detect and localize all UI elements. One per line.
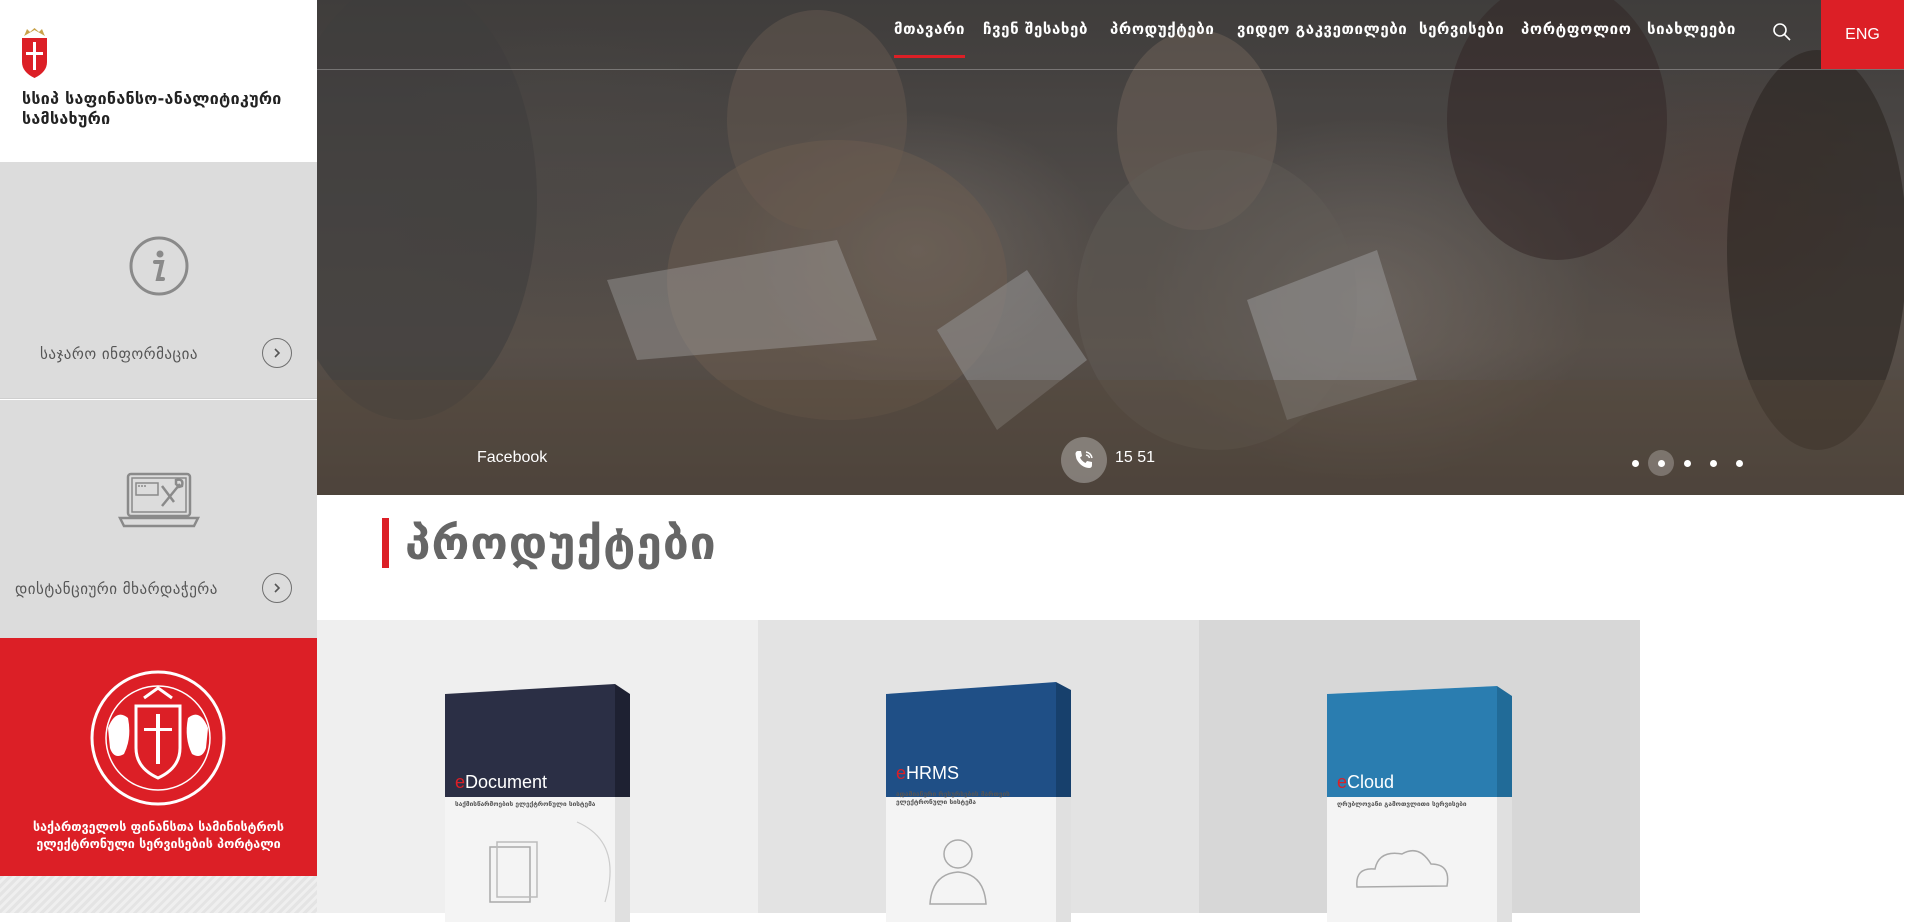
coat-of-arms-icon	[22, 28, 47, 78]
slider-dot[interactable]	[1700, 450, 1726, 476]
sidebar-pattern	[0, 876, 317, 913]
phone-button[interactable]	[1061, 437, 1107, 483]
ministry-seal-icon	[90, 670, 226, 806]
slider-dot-active[interactable]	[1648, 450, 1674, 476]
search-icon[interactable]	[1772, 22, 1792, 42]
sidebar: სსიპ საფინანსო-ანალიტიკური სამსახური საჯ…	[0, 0, 317, 913]
remote-support-arrow-button[interactable]	[262, 573, 292, 603]
nav-item-services[interactable]: სერვისები	[1419, 20, 1504, 38]
brand-header[interactable]: სსიპ საფინანსო-ანალიტიკური სამსახური	[0, 0, 317, 162]
edocument-name: eDocument	[455, 772, 548, 792]
slider-dot[interactable]	[1726, 450, 1752, 476]
nav-item-news[interactable]: სიახლეები	[1647, 20, 1736, 38]
slider-dot[interactable]	[1622, 450, 1648, 476]
product-card-edocument[interactable]: eDocument საქმისწარმოების ელექტრონული სი…	[317, 620, 758, 922]
hotline-number: 15 51	[1115, 449, 1156, 466]
phone-icon	[1075, 451, 1093, 468]
nav-item-about[interactable]: ჩვენ შესახებ	[983, 20, 1088, 38]
slider-dot[interactable]	[1674, 450, 1700, 476]
products-section-title: პროდუქტები	[382, 518, 717, 568]
nav-item-home[interactable]: მთავარი	[894, 20, 966, 58]
remote-support-label: დისტანციური მხარდაჭერა	[15, 580, 218, 598]
chevron-right-icon	[274, 348, 281, 358]
product-card-ehrms[interactable]: eHRMS ადამიანური რესურსების მართვის ელექ…	[758, 620, 1199, 922]
ecloud-name: eCloud	[1337, 772, 1395, 792]
hero-overlay	[317, 0, 1904, 495]
remote-support-card[interactable]: დისტანციური მხარდაჭერა	[0, 400, 317, 638]
brand-title: სსიპ საფინანსო-ანალიტიკური სამსახური	[22, 89, 282, 128]
edocument-subtitle: საქმისწარმოების ელექტრონული სისტემა	[455, 800, 596, 808]
main-nav: მთავარი ჩვენ შესახებ პროდუქტები ვიდეო გა…	[317, 0, 1904, 69]
nav-item-portfolio[interactable]: პორტფოლიო	[1521, 20, 1632, 38]
nav-item-video-lessons[interactable]: ვიდეო გაკვეთილები	[1237, 20, 1407, 38]
ehrms-subtitle: ადამიანური რესურსების მართვის ელექტრონულ…	[896, 790, 1010, 806]
ehrms-name: eHRMS	[896, 763, 960, 783]
hero-slider: მთავარი ჩვენ შესახებ პროდუქტები ვიდეო გა…	[317, 0, 1904, 495]
ministry-portal-text: საქართველოს ფინანსთა სამინისტროს ელექტრო…	[33, 819, 284, 851]
facebook-link[interactable]: Facebook	[477, 449, 547, 467]
chevron-right-icon	[274, 583, 281, 593]
ecloud-subtitle: ღრუბლოვანი გამოთვლითი სერვისები	[1337, 800, 1467, 808]
public-info-card[interactable]: საჯარო ინფორმაცია	[0, 162, 317, 399]
product-card-ecloud[interactable]: eCloud ღრუბლოვანი გამოთვლითი სერვისები	[1199, 620, 1640, 922]
slider-dots	[1622, 450, 1752, 476]
nav-item-products[interactable]: პროდუქტები	[1110, 20, 1214, 38]
language-switch-button[interactable]: ENG	[1821, 0, 1904, 69]
public-info-arrow-button[interactable]	[262, 338, 292, 368]
info-icon	[129, 236, 188, 296]
products-grid: eDocument საქმისწარმოების ელექტრონული სი…	[317, 620, 1640, 922]
ministry-portal-banner[interactable]: საქართველოს ფინანსთა სამინისტროს ელექტრო…	[0, 638, 317, 876]
nav-divider	[317, 69, 1904, 70]
laptop-repair-icon	[117, 472, 200, 528]
public-info-label: საჯარო ინფორმაცია	[40, 345, 198, 363]
